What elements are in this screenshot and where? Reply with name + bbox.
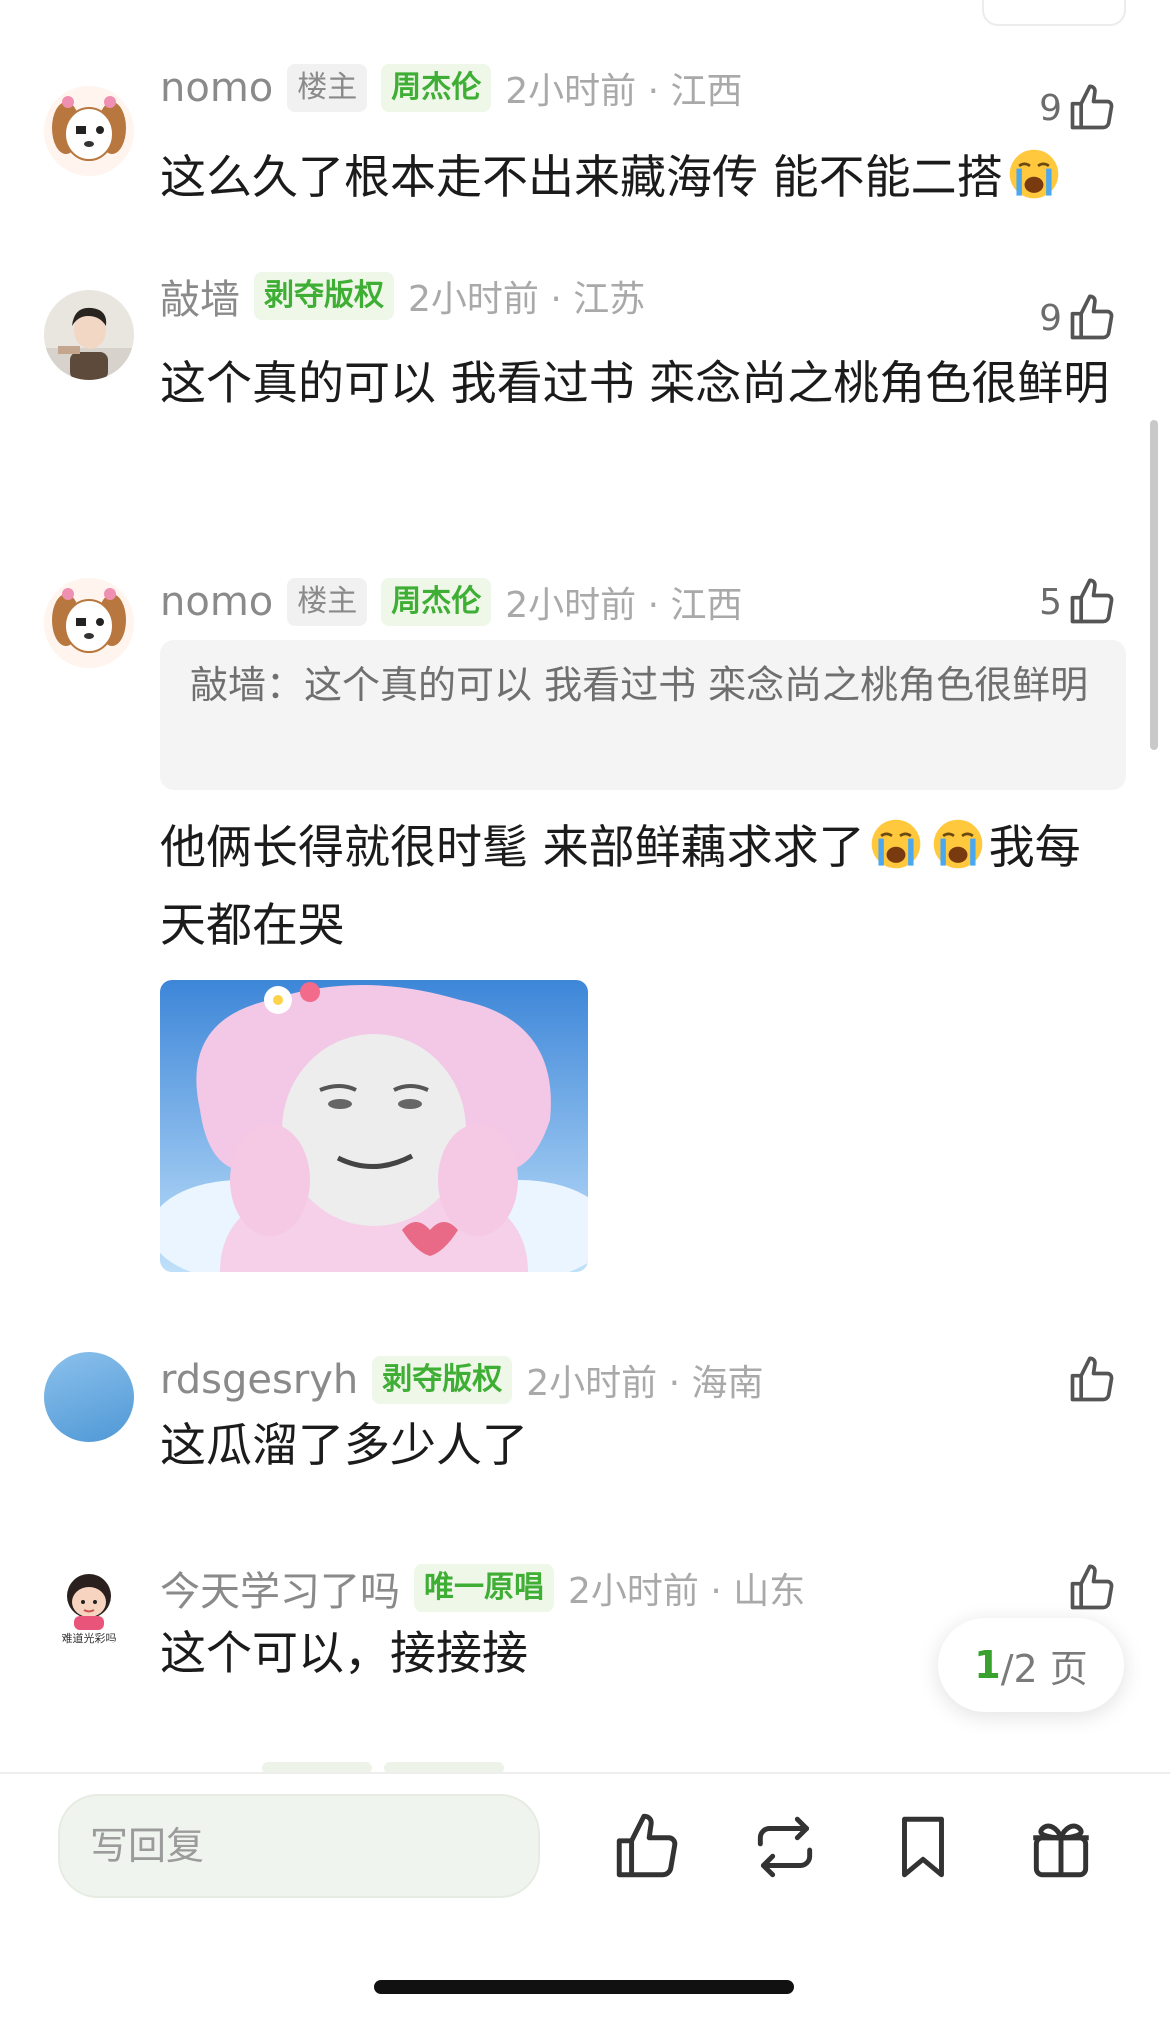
repost-button[interactable] <box>748 1810 822 1884</box>
username[interactable]: rdsgesryh <box>160 1357 358 1403</box>
previous-element-stub <box>982 0 1126 26</box>
like-button[interactable]: 5 <box>1039 574 1118 630</box>
bookmark-icon <box>902 1816 944 1878</box>
timestamp-location: 2小时前 · 江苏 <box>408 279 646 320</box>
comment-text: 这么久了根本走不出来藏海传 能不能二搭 <box>160 138 1120 216</box>
username[interactable]: 敲墙 <box>160 267 240 325</box>
username[interactable]: nomo <box>160 579 273 625</box>
thumbs-up-icon <box>1070 1564 1114 1610</box>
like-count: 5 <box>1039 581 1062 623</box>
comment-text: 这瓜溜了多少人了 <box>160 1418 528 1472</box>
comment-meta: 敲墙 剥夺版权 2小时前 · 江苏 <box>160 268 645 324</box>
thumbs-up-icon <box>1070 578 1114 624</box>
quoted-reply[interactable]: 敲墙：这个真的可以 我看过书 栾念尚之桃角色很鲜明 <box>160 640 1126 790</box>
avatar[interactable]: 难道光彩吗 <box>44 1560 134 1650</box>
fan-badge[interactable]: 剥夺版权 <box>372 1356 513 1404</box>
username[interactable]: 今天学习了吗 <box>160 1559 400 1617</box>
sticker-image[interactable] <box>160 980 588 1272</box>
reply-input[interactable]: 写回复 <box>58 1794 540 1898</box>
host-badge: 楼主 <box>287 578 368 626</box>
comment-text: 他俩长得就很时髦 来部鲜藕求求了 我每天都在哭 <box>160 808 1120 964</box>
timestamp-location: 2小时前 · 海南 <box>526 1363 764 1404</box>
timestamp-location: 2小时前 · 山东 <box>568 1571 806 1612</box>
host-badge: 楼主 <box>287 64 368 112</box>
timestamp-location: 2小时前 · 江西 <box>505 71 743 112</box>
avatar[interactable] <box>44 578 134 668</box>
bookmark-button[interactable] <box>886 1810 960 1884</box>
avatar[interactable] <box>44 86 134 176</box>
like-count: 9 <box>1039 87 1062 129</box>
home-indicator[interactable] <box>374 1980 794 1994</box>
gift-icon <box>1033 1823 1089 1878</box>
like-button[interactable]: 9 <box>1039 290 1118 346</box>
comment-meta: rdsgesryh 剥夺版权 2小时前 · 海南 <box>160 1352 764 1408</box>
fan-badge[interactable]: 剥夺版权 <box>254 272 394 320</box>
avatar[interactable] <box>44 290 134 380</box>
like-button[interactable]: 9 <box>1039 80 1118 136</box>
comment-page: nomo 楼主 周杰伦 2小时前 · 江西 9 这么久了根本走不出来藏海传 能不… <box>0 0 1170 2022</box>
timestamp-location: 2小时前 · 江西 <box>505 585 743 626</box>
fan-badge[interactable]: 唯一原唱 <box>414 1564 554 1612</box>
crying-emoji-icon <box>1009 149 1058 199</box>
like-post-button[interactable] <box>610 1810 684 1884</box>
comment-meta: nomo 楼主 周杰伦 2小时前 · 江西 <box>160 60 743 116</box>
like-count: 9 <box>1039 297 1062 339</box>
thumbs-up-icon <box>1070 294 1114 340</box>
avatar[interactable] <box>44 1352 134 1442</box>
fan-badge[interactable]: 周杰伦 <box>381 578 492 626</box>
comment-text-content: 这么久了根本走不出来藏海传 能不能二搭 <box>160 150 1003 204</box>
page-indicator[interactable]: 1 /2 页 <box>938 1618 1124 1712</box>
username[interactable]: nomo <box>160 65 273 111</box>
comment-text: 这个真的可以 我看过书 栾念尚之桃角色很鲜明 <box>160 356 1110 410</box>
current-page: 1 <box>974 1643 1001 1687</box>
gift-button[interactable] <box>1024 1810 1098 1884</box>
thumbs-up-icon <box>1070 1356 1114 1402</box>
avatar-caption: 难道光彩吗 <box>62 1631 117 1645</box>
fan-badge[interactable]: 周杰伦 <box>381 64 492 112</box>
like-button[interactable] <box>1062 1560 1118 1616</box>
thumbs-up-icon <box>616 1813 678 1878</box>
like-button[interactable] <box>1062 1352 1118 1408</box>
bottom-action-bar: 写回复 <box>0 1772 1170 2022</box>
thumbs-up-icon <box>1070 84 1114 130</box>
crying-emoji-icon <box>871 819 920 869</box>
comment-meta: 今天学习了吗 唯一原唱 2小时前 · 山东 <box>160 1560 805 1616</box>
repost-icon <box>757 1816 813 1878</box>
comment-text-part: 他俩长得就很时髦 来部鲜藕求求了 <box>160 820 865 874</box>
total-pages: /2 页 <box>1000 1646 1088 1691</box>
crying-emoji-icon <box>933 819 982 869</box>
scrollbar[interactable] <box>1150 420 1158 750</box>
comment-meta: nomo 楼主 周杰伦 2小时前 · 江西 <box>160 574 743 630</box>
